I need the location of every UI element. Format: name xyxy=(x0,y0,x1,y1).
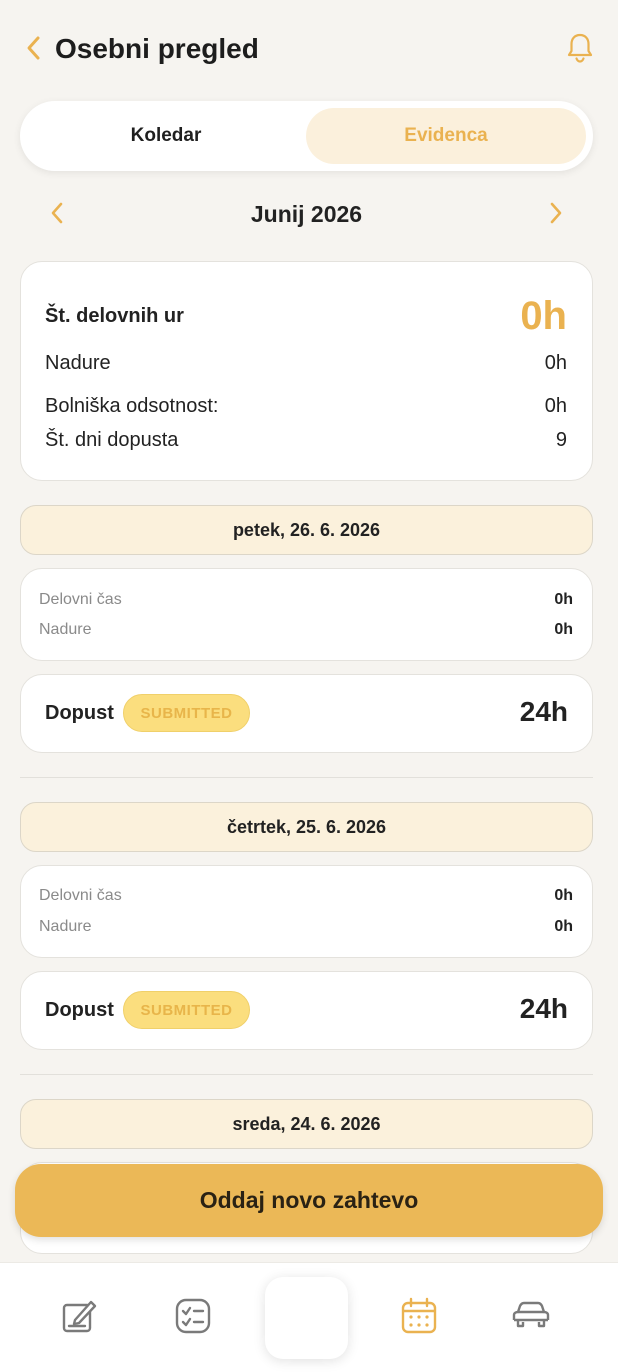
month-label: Junij 2026 xyxy=(250,201,363,227)
chevron-left-icon xyxy=(25,35,41,66)
overtime-value: 0h xyxy=(544,352,567,374)
view-switcher: Koledar Evidenca xyxy=(20,101,593,171)
work-time-row: Delovni čas 0h xyxy=(39,591,573,609)
status-badge: SUBMITTED xyxy=(123,991,250,1029)
divider xyxy=(20,1074,593,1075)
tab-koledar[interactable]: Koledar xyxy=(26,108,306,164)
day-header: petek, 26. 6. 2026 xyxy=(20,505,593,555)
work-time-row: Delovni čas 0h xyxy=(39,887,573,905)
day-overtime-label: Nadure xyxy=(39,621,92,638)
leave-hours: 24h xyxy=(519,993,568,1024)
leave-request-card[interactable]: Dopust SUBMITTED 24h xyxy=(20,674,593,753)
divider xyxy=(20,777,593,778)
day-overtime-value: 0h xyxy=(554,918,573,935)
day-header: četrtek, 25. 6. 2026 xyxy=(20,802,593,852)
day-time-card[interactable]: Delovni čas 0h Nadure 0h xyxy=(20,865,593,958)
sick-leave-label: Bolniška odsotnost: xyxy=(45,395,219,417)
day-header: sreda, 24. 6. 2026 xyxy=(20,1099,593,1149)
center-action-button[interactable] xyxy=(265,1277,348,1359)
work-hours-value: 0h xyxy=(520,294,567,338)
vacation-days-label: Št. dni dopusta xyxy=(45,429,179,451)
work-time-value: 0h xyxy=(554,591,573,608)
overtime-row: Nadure 0h xyxy=(45,352,567,375)
sick-leave-value: 0h xyxy=(544,395,567,417)
tab-tasks[interactable] xyxy=(173,1298,213,1338)
bottom-tab-bar xyxy=(0,1262,618,1372)
tab-calendar[interactable] xyxy=(399,1296,439,1341)
work-time-value: 0h xyxy=(554,887,573,904)
vacation-days-row: Št. dni dopusta 9 xyxy=(45,429,567,452)
back-button[interactable] xyxy=(20,34,46,66)
bell-icon xyxy=(566,32,594,69)
calendar-icon xyxy=(399,1296,439,1341)
month-navigation: Junij 2026 xyxy=(20,190,593,240)
checklist-icon xyxy=(173,1296,213,1341)
tab-vehicle[interactable] xyxy=(511,1298,551,1338)
work-time-label: Delovni čas xyxy=(39,591,122,608)
work-hours-label: Št. delovnih ur xyxy=(45,305,184,327)
notifications-button[interactable] xyxy=(564,33,596,67)
leave-type: Dopust xyxy=(45,702,114,724)
status-badge: SUBMITTED xyxy=(123,694,250,732)
day-overtime-row: Nadure 0h xyxy=(39,918,573,936)
edit-icon xyxy=(60,1296,100,1341)
overtime-label: Nadure xyxy=(45,352,111,374)
chevron-right-icon xyxy=(549,201,563,230)
work-hours-row: Št. delovnih ur 0h xyxy=(45,294,567,339)
leave-type: Dopust xyxy=(45,999,114,1021)
next-month-button[interactable] xyxy=(539,198,573,232)
day-time-card[interactable]: Delovni čas 0h Nadure 0h xyxy=(20,568,593,661)
leave-request-card[interactable]: Dopust SUBMITTED 24h xyxy=(20,971,593,1050)
day-overtime-value: 0h xyxy=(554,621,573,638)
sick-leave-row: Bolniška odsotnost: 0h xyxy=(45,395,567,418)
leave-hours: 24h xyxy=(519,696,568,727)
vacation-days-value: 9 xyxy=(555,429,567,451)
page-title: Osebni pregled xyxy=(55,33,259,64)
day-overtime-label: Nadure xyxy=(39,918,92,935)
submit-new-request-button[interactable]: Oddaj novo zahtevo xyxy=(15,1164,603,1237)
month-summary-card: Št. delovnih ur 0h Nadure 0h Bolniška od… xyxy=(20,261,593,481)
car-icon xyxy=(511,1296,551,1341)
header: Osebni pregled xyxy=(0,0,618,100)
day-overtime-row: Nadure 0h xyxy=(39,621,573,639)
work-time-label: Delovni čas xyxy=(39,887,122,904)
tab-evidenca[interactable]: Evidenca xyxy=(306,108,586,164)
tab-edit[interactable] xyxy=(60,1298,100,1338)
